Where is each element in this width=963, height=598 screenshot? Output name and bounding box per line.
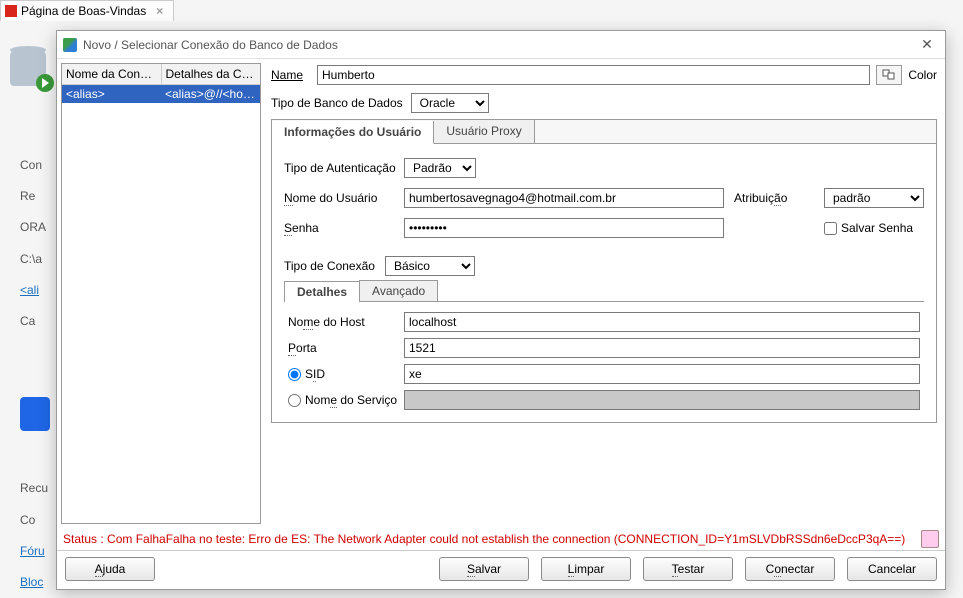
close-icon[interactable]: ✕ [915,36,939,53]
status-text: Status : Com FalhaFalha no teste: Erro d… [63,532,913,546]
save-password-checkbox[interactable] [824,222,837,235]
background-hints: Con Re ORA C:\a <ali Ca Recu Co Fóru Blo… [20,150,50,598]
play-icon [36,74,54,92]
service-input [404,390,920,410]
user-tabs: Informações do Usuário Usuário Proxy [271,119,937,143]
auth-label: Tipo de Autenticação [284,161,394,175]
name-label: Name [271,68,311,82]
color-label: Color [908,68,937,82]
copy-status-icon[interactable] [921,530,939,548]
cancel-button[interactable]: Cancelar [847,557,937,581]
color-swatch-button[interactable] [876,65,902,85]
auth-select[interactable]: Padrão [404,158,476,178]
details-panel: Nome do Host Porta SID Nome do Serviço [284,302,924,414]
dialog-titlebar: Novo / Selecionar Conexão do Banco de Da… [57,31,945,59]
username-label: Nome do Usuário [284,191,394,205]
row-details: <alias>@//<host... [161,85,260,103]
host-input[interactable] [404,312,920,332]
role-select[interactable]: padrão [824,188,924,208]
sid-radio[interactable] [288,368,301,381]
host-label: Nome do Host [288,315,398,329]
help-button[interactable]: Ajuda [65,557,155,581]
subtab-advanced[interactable]: Avançado [359,280,438,301]
connection-dialog: Novo / Selecionar Conexão do Banco de Da… [56,30,946,590]
bg-tab-title: Página de Boas-Vindas [21,4,146,18]
service-label: Nome do Serviço [305,393,397,407]
sid-input[interactable] [404,364,920,384]
connect-button[interactable]: Conectar [745,557,835,581]
tab-proxy-user[interactable]: Usuário Proxy [434,120,534,143]
port-label: Porta [288,341,398,355]
service-radio[interactable] [288,394,301,407]
app-icon [5,5,17,17]
connection-list[interactable]: Nome da Conexão Detalhes da Con... <alia… [61,63,261,524]
conn-type-label: Tipo de Conexão [284,259,375,273]
row-name: <alias> [62,85,161,103]
username-input[interactable] [404,188,724,208]
save-password-label: Salvar Senha [841,221,913,235]
dbtype-select[interactable]: Oracle [411,93,489,113]
subtab-details[interactable]: Detalhes [284,281,360,302]
connection-row-selected[interactable]: <alias> <alias>@//<host... [62,85,260,103]
port-input[interactable] [404,338,920,358]
close-icon[interactable]: × [156,4,163,18]
test-button[interactable]: Testar [643,557,733,581]
col-header-name[interactable]: Nome da Conexão [62,64,162,84]
clear-button[interactable]: Limpar [541,557,631,581]
password-label: Senha [284,221,394,235]
role-label: Atribuição [734,191,814,205]
conn-type-select[interactable]: Básico [385,256,475,276]
user-info-panel: Tipo de Autenticação Padrão Nome do Usuá… [271,143,937,423]
background-tab[interactable]: Página de Boas-Vindas × [0,0,174,21]
password-input[interactable] [404,218,724,238]
dialog-icon [63,38,77,52]
name-input[interactable] [317,65,870,85]
save-button[interactable]: Salvar [439,557,529,581]
tab-user-info[interactable]: Informações do Usuário [272,121,434,144]
dialog-title: Novo / Selecionar Conexão do Banco de Da… [83,38,915,52]
col-header-details[interactable]: Detalhes da Con... [162,64,261,84]
dbtype-label: Tipo de Banco de Dados [271,96,403,110]
sid-label: SID [305,367,325,381]
